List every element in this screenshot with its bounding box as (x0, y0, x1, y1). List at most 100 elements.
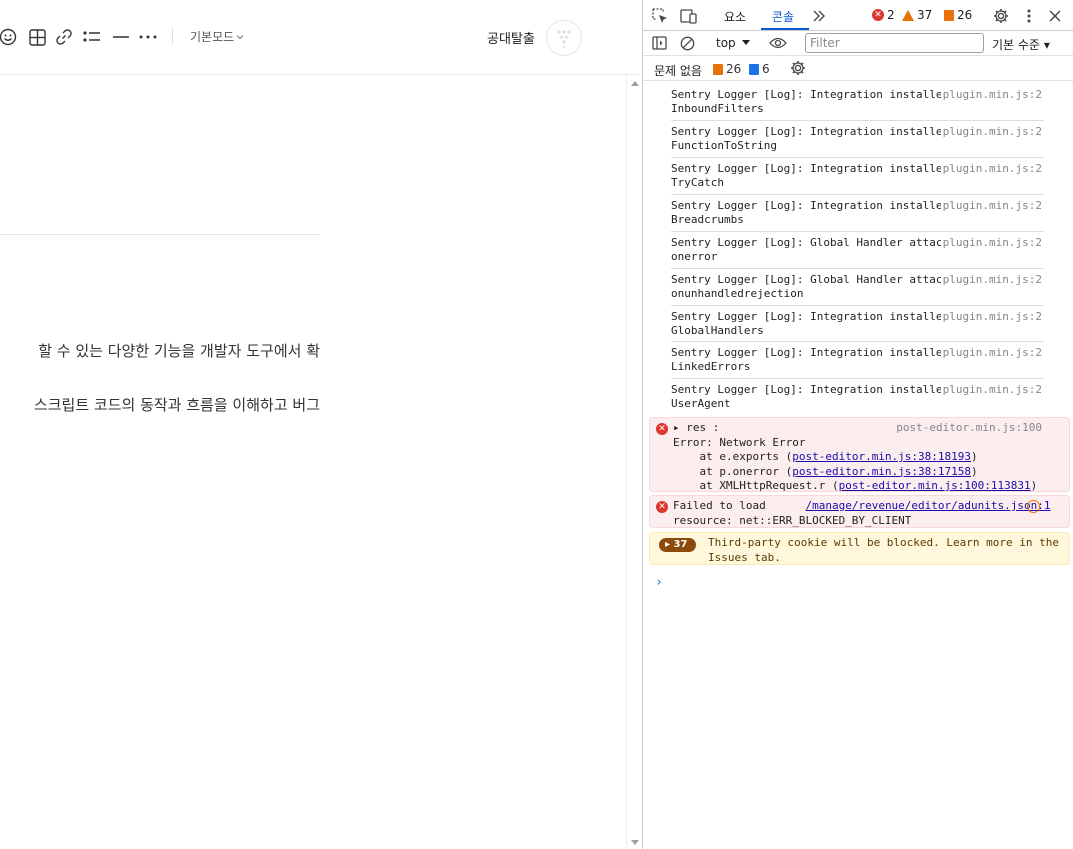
chevron-down-icon (236, 34, 244, 39)
emoji-icon[interactable] (0, 26, 19, 48)
error-text: resource: net::ERR_BLOCKED_BY_CLIENT (673, 513, 912, 527)
editor-toolbar: 기본모드 공대탈출 (0, 0, 642, 75)
log-source-link[interactable]: plugin.min.js:2 (943, 346, 1042, 360)
link-icon[interactable] (53, 26, 75, 48)
resource-link[interactable]: /manage/revenue/editor/adunits.json:1 (805, 499, 1050, 512)
warning-message: Third-party cookie will be blocked. Lear… (708, 536, 1059, 564)
log-message: Sentry Logger [Log]: Integration install… (671, 199, 941, 226)
editor-scrollbar[interactable] (626, 75, 642, 849)
console-toolbar: top 기본 수준 ▾ (643, 31, 1073, 56)
log-source-link[interactable]: plugin.min.js:2 (943, 310, 1042, 324)
log-entry[interactable]: Sentry Logger [Log]: Integration install… (671, 379, 1044, 414)
issues-count: 26 (957, 8, 973, 22)
error-text: Failed to load (673, 499, 766, 512)
kebab-menu-icon[interactable] (1019, 6, 1039, 26)
log-source-link[interactable]: plugin.min.js:2 (943, 273, 1042, 287)
log-source-link[interactable]: plugin.min.js:2 (943, 383, 1042, 397)
issues-bar: 문제 없음 26 6 (643, 56, 1073, 81)
console-settings-icon[interactable] (788, 58, 808, 78)
close-icon[interactable] (1045, 6, 1065, 26)
device-toolbar-icon[interactable] (678, 6, 698, 26)
body-text-line[interactable]: 할 수 있는 다양한 기능을 개발자 도구에서 확 (0, 340, 320, 361)
error-entry[interactable]: ✕ Failed to load /manage/revenue/editor/… (649, 495, 1070, 528)
clear-console-icon[interactable] (677, 33, 697, 53)
sidebar-toggle-icon[interactable] (649, 33, 669, 53)
log-level-select[interactable]: 기본 수준 ▾ (992, 36, 1050, 53)
title-divider (0, 234, 320, 235)
settings-icon[interactable] (991, 6, 1011, 26)
more-options-icon[interactable] (137, 26, 159, 48)
dots-grid-icon (557, 30, 571, 48)
tab-elements[interactable]: 요소 (724, 8, 746, 25)
log-message: Sentry Logger [Log]: Integration install… (671, 383, 941, 410)
publish-button[interactable]: 공대탈출 (487, 28, 535, 47)
tab-console[interactable]: 콘솔 (772, 8, 794, 25)
log-message: Sentry Logger [Log]: Integration install… (671, 162, 941, 189)
expand-toggle[interactable]: ▸ res : (673, 421, 719, 434)
log-source-link[interactable]: plugin.min.js:2 (943, 199, 1042, 213)
stack-frame: at e.exports ( (673, 450, 793, 463)
error-message: Failed to load /manage/revenue/editor/ad… (673, 499, 1051, 528)
body-text-line[interactable]: 스크립트 코드의 동작과 흐름을 이해하고 버그 (0, 394, 320, 415)
stack-link[interactable]: post-editor.min.js:38:18193 (792, 450, 971, 463)
log-message: Sentry Logger [Log]: Integration install… (671, 125, 941, 152)
log-entry[interactable]: Sentry Logger [Log]: Integration install… (671, 158, 1044, 195)
error-count: 2 (887, 8, 895, 22)
scroll-up-icon[interactable] (631, 81, 639, 86)
issues-blue-count: 6 (762, 62, 770, 76)
error-count-badge[interactable]: ✕ 2 (872, 8, 895, 22)
live-expression-eye-icon[interactable] (768, 33, 788, 53)
log-message: Sentry Logger [Log]: Global Handler atta… (671, 273, 941, 300)
bullet-list-icon[interactable] (81, 26, 103, 48)
issue-icon (944, 9, 954, 21)
caret-down-icon: ▾ (1043, 38, 1050, 52)
issues-count-badge[interactable]: 26 (944, 8, 972, 22)
log-level-value: 기본 수준 (992, 38, 1040, 52)
context-value: top (716, 36, 736, 50)
more-tabs-icon[interactable] (809, 6, 829, 26)
editor-mode-select[interactable]: 기본모드 (190, 28, 244, 45)
log-entry[interactable]: Sentry Logger [Log]: Global Handler atta… (671, 232, 1044, 269)
error-icon: ✕ (656, 423, 668, 435)
inspect-element-icon[interactable] (650, 6, 670, 26)
filter-input[interactable] (805, 33, 984, 53)
console-output[interactable]: Sentry Logger [Log]: Integration install… (643, 84, 1073, 849)
log-entry[interactable]: Sentry Logger [Log]: Integration install… (671, 195, 1044, 232)
table-icon[interactable] (26, 26, 48, 48)
issues-orange-badge[interactable]: 26 (713, 62, 741, 76)
log-source-link[interactable]: plugin.min.js:2 (943, 236, 1042, 250)
scroll-down-icon[interactable] (631, 840, 639, 845)
context-select[interactable]: top (716, 36, 750, 50)
stack-close: ) (1030, 479, 1038, 492)
horizontal-line-icon[interactable] (110, 26, 132, 48)
issues-blue-badge[interactable]: 6 (749, 62, 770, 76)
log-message: Sentry Logger [Log]: Integration install… (671, 310, 941, 337)
log-entry[interactable]: Sentry Logger [Log]: Integration install… (671, 84, 1044, 121)
network-request-icon[interactable] (1027, 500, 1040, 513)
error-icon: ✕ (872, 9, 884, 21)
log-message: Sentry Logger [Log]: Integration install… (671, 88, 941, 115)
warning-count-pill[interactable]: ▸ 37 (659, 538, 696, 552)
log-source-link[interactable]: plugin.min.js:2 (943, 162, 1042, 176)
console-prompt[interactable]: › (655, 575, 663, 590)
log-entry[interactable]: Sentry Logger [Log]: Global Handler atta… (671, 269, 1044, 306)
warning-icon (902, 9, 914, 21)
log-source-link[interactable]: plugin.min.js:2 (943, 88, 1042, 102)
warning-count: 37 (917, 8, 933, 22)
log-source-link[interactable]: plugin.min.js:2 (943, 125, 1042, 139)
stack-frame: at p.onerror ( (673, 464, 793, 478)
error-source-link[interactable]: post-editor.min.js:100 (896, 421, 1042, 436)
log-entry[interactable]: Sentry Logger [Log]: Integration install… (671, 342, 1044, 379)
avatar[interactable] (546, 20, 582, 56)
issues-orange-count: 26 (726, 62, 742, 76)
log-message: Sentry Logger [Log]: Global Handler atta… (671, 236, 941, 263)
log-entry[interactable]: Sentry Logger [Log]: Integration install… (671, 306, 1044, 342)
devtools-tab-bar: 요소 콘솔 ✕ 2 37 26 (643, 0, 1073, 31)
error-entry[interactable]: ✕ ▸ res : Error: Network Error at e.expo… (649, 417, 1070, 492)
log-entry[interactable]: Sentry Logger [Log]: Integration install… (671, 121, 1044, 158)
active-tab-indicator (761, 28, 809, 30)
stack-link[interactable]: post-editor.min.js:38:17158 (792, 465, 971, 478)
stack-link[interactable]: post-editor.min.js:100:113831 (839, 479, 1031, 492)
warning-entry[interactable]: ▸ 37 Third-party cookie will be blocked.… (649, 532, 1070, 565)
warning-count-badge[interactable]: 37 (902, 8, 932, 22)
